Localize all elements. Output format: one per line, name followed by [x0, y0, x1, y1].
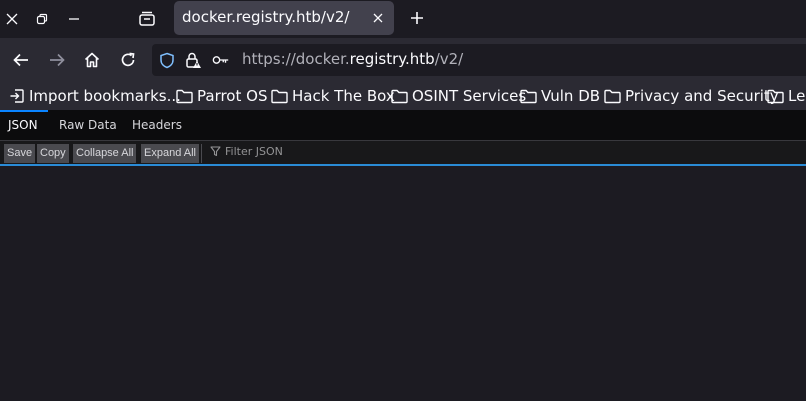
window-minimize-button[interactable] [62, 7, 86, 31]
tab-overview-icon [139, 11, 155, 26]
url-bar[interactable]: https://docker.registry.htb/v2/ [152, 44, 806, 76]
bookmark-folder-lea[interactable]: Lea [767, 86, 806, 106]
bookmark-import[interactable]: Import bookmarks... [9, 86, 181, 106]
filter-icon [210, 146, 221, 157]
bookmark-label: Vuln DB [541, 87, 601, 105]
tab-json[interactable]: JSON [0, 110, 48, 141]
shield-icon [160, 52, 174, 68]
tab-raw-data-label: Raw Data [59, 118, 117, 132]
save-button[interactable]: Save [4, 144, 36, 163]
forward-button[interactable] [45, 48, 69, 72]
site-info-button[interactable] [184, 51, 202, 69]
json-content-panel [0, 168, 806, 401]
bookmark-folder-osint-services[interactable]: OSINT Services [391, 86, 526, 106]
home-icon [84, 52, 100, 68]
bookmark-label: Parrot OS [197, 87, 268, 105]
folder-icon [520, 89, 537, 103]
folder-icon [176, 89, 193, 103]
url-domain: registry.htb [349, 50, 435, 68]
reload-icon [121, 52, 135, 67]
new-tab-button[interactable] [406, 7, 428, 29]
bookmark-label: Lea [788, 87, 806, 105]
insecure-lock-icon [186, 52, 201, 68]
folder-icon [271, 89, 288, 103]
tab-active[interactable]: docker.registry.htb/v2/ [174, 1, 394, 35]
tab-headers-label: Headers [132, 118, 182, 132]
bookmark-folder-hack-the-box[interactable]: Hack The Box [271, 86, 395, 106]
key-icon [212, 56, 229, 64]
bookmarks-toolbar: Import bookmarks... Parrot OS Hack The B… [0, 82, 806, 110]
copy-button[interactable]: Copy [37, 144, 69, 163]
close-icon [6, 13, 18, 25]
bookmark-label: OSINT Services [412, 87, 527, 105]
arrow-right-icon [50, 53, 65, 67]
bookmark-label: Privacy and Security [625, 87, 779, 105]
bookmark-folder-privacy-and-security[interactable]: Privacy and Security [604, 86, 779, 106]
back-button[interactable] [9, 48, 33, 72]
bookmark-label: Import bookmarks... [29, 87, 181, 105]
reload-button[interactable] [116, 48, 140, 72]
tab-json-label: JSON [8, 118, 38, 132]
filter-json-input[interactable]: Filter JSON [210, 145, 283, 158]
tab-headers[interactable]: Headers [132, 110, 182, 141]
collapse-all-button[interactable]: Collapse All [73, 144, 137, 163]
json-viewer-toolbar: Save Copy Collapse All Expand All Filter… [0, 141, 806, 166]
tab-close-button[interactable] [370, 10, 386, 26]
tracking-protection-button[interactable] [158, 51, 176, 69]
close-icon [373, 13, 383, 23]
minimize-icon [69, 18, 79, 20]
window-restore-button[interactable] [30, 7, 54, 31]
firefox-view-button[interactable] [134, 6, 160, 32]
plus-icon [411, 12, 423, 24]
expand-all-button[interactable]: Expand All [141, 144, 199, 163]
import-icon [10, 89, 24, 103]
restore-icon [36, 13, 48, 25]
url-path: /v2/ [434, 50, 464, 68]
json-viewer-tabs: JSON Raw Data Headers [0, 110, 806, 141]
tab-strip: docker.registry.htb/v2/ [0, 0, 806, 38]
navigation-toolbar: https://docker.registry.htb/v2/ [0, 38, 806, 82]
bookmark-folder-parrot-os[interactable]: Parrot OS [176, 86, 267, 106]
tab-raw-data[interactable]: Raw Data [59, 110, 117, 141]
folder-icon [767, 89, 784, 103]
arrow-left-icon [13, 53, 28, 67]
bookmark-label: Hack The Box [292, 87, 395, 105]
folder-icon [604, 89, 621, 103]
url-text[interactable]: https://docker.registry.htb/v2/ [242, 50, 463, 68]
bookmark-folder-vuln-db[interactable]: Vuln DB [520, 86, 600, 106]
filter-json-placeholder: Filter JSON [225, 145, 283, 158]
toolbar-separator [201, 144, 202, 163]
url-prefix: https://docker. [242, 50, 350, 68]
window-close-button[interactable] [0, 7, 24, 31]
password-manager-button[interactable] [212, 51, 230, 69]
folder-icon [391, 89, 408, 103]
tab-title: docker.registry.htb/v2/ [182, 8, 350, 26]
home-button[interactable] [80, 48, 104, 72]
